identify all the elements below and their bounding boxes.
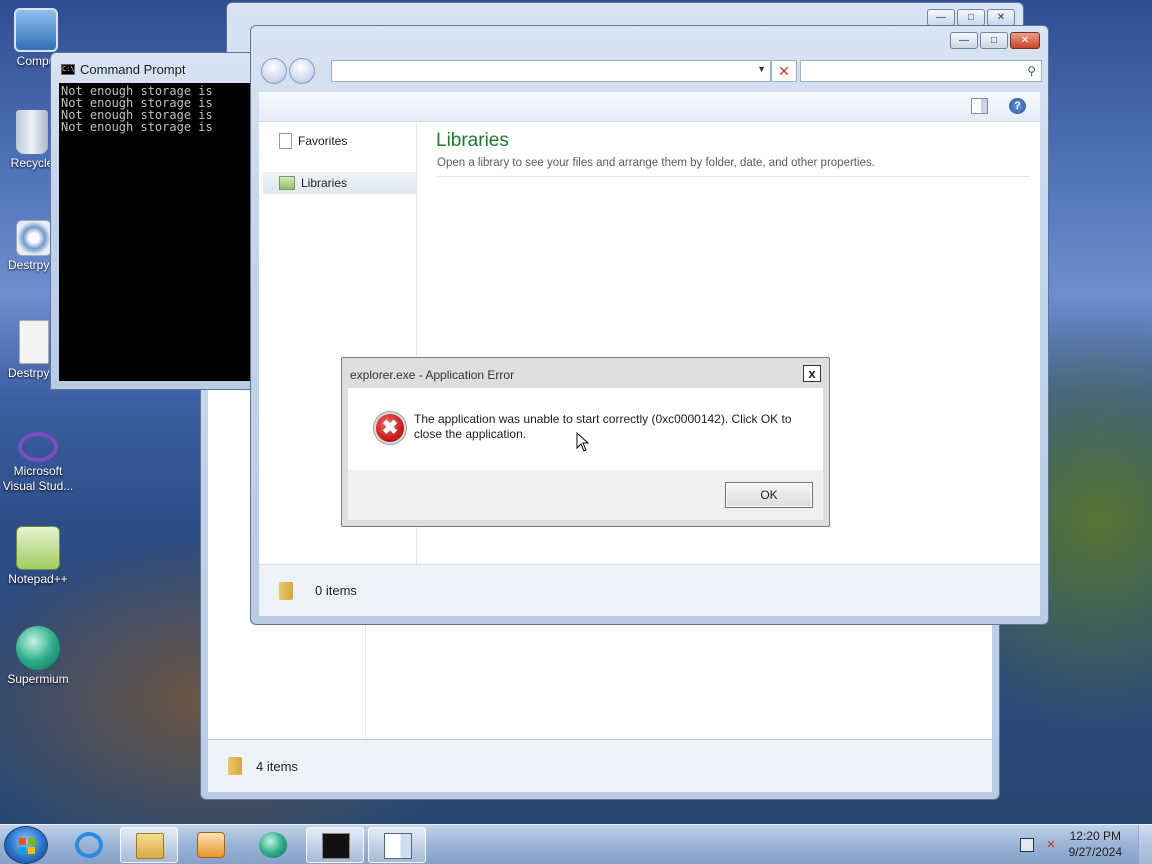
search-input[interactable]: ⚲ [800,60,1042,82]
window-controls: — □ ✕ [927,9,1015,26]
navigation-bar: ▼ ✕ ⚲ [259,58,1042,86]
windows-logo-icon [19,838,35,854]
desktop-icon-notepadpp[interactable]: Notepad++ [0,526,78,587]
nav-item-favorites[interactable]: Favorites [263,130,416,152]
taskbar-window-app[interactable] [368,827,426,863]
dialog-body: ✖ The application was unable to start co… [348,388,823,470]
desktop-icon-label: Recycle [10,156,54,170]
close-button[interactable]: ✕ [987,9,1015,26]
desktop-icon-label: Notepad++ [8,572,68,586]
supermium-icon [16,626,60,670]
console-line: Not enough storage is [61,120,213,134]
dialog-title: explorer.exe - Application Error [350,368,515,382]
settings-gear-icon [16,220,52,256]
notepadpp-icon [16,526,60,570]
visual-studio-icon [18,432,58,462]
favorites-icon [279,133,292,149]
item-count: 0 items [315,583,357,598]
taskbar-internet-explorer[interactable] [60,827,118,863]
system-clock[interactable]: 12:20 PM 9/27/2024 [1069,828,1122,860]
clock-date: 9/27/2024 [1068,845,1122,859]
address-bar[interactable]: ▼ [331,60,771,82]
ok-button[interactable]: OK [725,482,813,508]
forward-button[interactable] [289,58,315,84]
command-prompt-icon: C:\ [61,64,75,75]
error-message: The application was unable to start corr… [414,412,792,441]
window-title-text: Command Prompt [80,62,186,77]
status-bar: 4 items [208,740,992,792]
start-button[interactable] [4,826,48,864]
desktop-icon-visual-studio[interactable]: Microsoft Visual Stud... [0,432,78,494]
desktop-icon-label: Microsoft Visual Stud... [2,464,74,493]
close-button[interactable]: ✕ [1010,32,1040,49]
maximize-button[interactable]: □ [980,32,1008,49]
clock-time: 12:20 PM [1069,829,1121,843]
desktop-icon-supermium[interactable]: Supermium [0,626,78,687]
command-prompt-icon [322,833,350,859]
libraries-explorer-window[interactable]: — □ ✕ ▼ ✕ ⚲ ? Favorites Libraries Librar… [250,25,1049,625]
folder-icon [228,757,242,775]
close-icon: ✕ [778,63,790,79]
command-prompt-window[interactable]: C:\ Command Prompt Not enough storage is… [50,52,260,390]
nav-item-label: Favorites [298,134,348,148]
taskbar-media-player[interactable] [182,827,240,863]
window-title: C:\ Command Prompt [61,62,185,77]
folder-icon [279,581,293,600]
search-icon: ⚲ [1027,64,1036,78]
desktop-icon-label: Supermium [7,672,69,686]
minimize-button[interactable]: — [950,32,978,49]
stop-button[interactable]: ✕ [771,60,797,82]
item-count: 4 items [256,758,298,774]
status-bar: 0 items [259,564,1040,616]
error-icon: ✖ [374,412,406,444]
mouse-cursor-icon [576,432,590,452]
page-title: Libraries [436,130,509,151]
libraries-icon [279,176,295,190]
nav-item-label: Libraries [301,176,348,190]
divider [436,176,1030,177]
preview-pane-icon[interactable] [971,98,988,114]
taskbar-supermium[interactable] [244,827,302,863]
recycle-bin-icon [16,110,48,154]
taskbar-command-prompt[interactable] [306,827,364,863]
supermium-icon [259,832,287,858]
toolbar: ? [259,92,1040,122]
window-app-icon [384,833,412,859]
nav-item-libraries[interactable]: Libraries [263,172,416,194]
media-player-icon [197,832,225,858]
minimize-button[interactable]: — [927,9,955,26]
taskbar: ✕ 12:20 PM 9/27/2024 [0,824,1152,864]
text-file-icon [19,320,49,364]
internet-explorer-icon [75,832,103,858]
back-button[interactable] [261,58,287,84]
console-output[interactable]: Not enough storage is Not enough storage … [59,83,259,381]
computer-icon [14,8,58,52]
maximize-button[interactable]: □ [957,9,985,26]
network-icon[interactable] [1020,838,1034,852]
file-explorer-icon [136,833,164,859]
chevron-down-icon[interactable]: ▼ [757,64,766,74]
dialog-footer: OK [348,470,823,520]
window-controls: — □ ✕ [950,32,1040,49]
dialog-close-button[interactable]: x [803,365,821,382]
show-desktop-button[interactable] [1138,825,1152,864]
volume-muted-icon[interactable]: ✕ [1044,838,1058,852]
help-icon[interactable]: ? [1009,98,1026,114]
page-description: Open a library to see your files and arr… [437,157,875,169]
taskbar-file-explorer[interactable] [120,827,178,863]
